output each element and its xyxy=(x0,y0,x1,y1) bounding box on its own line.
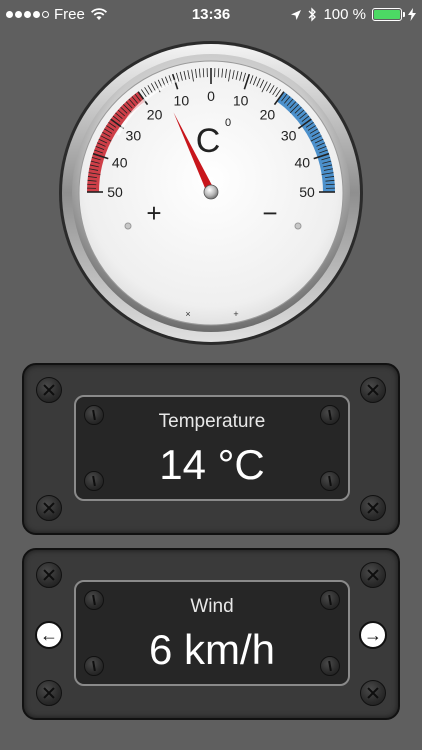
gauge-rivet xyxy=(124,222,132,230)
location-icon xyxy=(291,9,302,20)
gauge-tick xyxy=(87,183,97,186)
gauge-svg: 5040302010 0 1020304050 C 0 + − × + xyxy=(59,41,363,345)
bluetooth-icon xyxy=(308,7,317,22)
gauge-label: 10 xyxy=(233,93,249,109)
screw-icon xyxy=(36,377,62,403)
screw-icon xyxy=(36,680,62,706)
gauge-rivet-mark: × xyxy=(185,309,190,319)
gauge-label: 20 xyxy=(147,106,163,122)
screw-icon xyxy=(360,495,386,521)
next-button[interactable]: → xyxy=(359,621,387,649)
screw-icon xyxy=(360,377,386,403)
gauge-tick xyxy=(325,183,335,186)
gauge-unit-degree: 0 xyxy=(225,117,231,129)
status-right: 100 % xyxy=(290,6,416,23)
temperature-value: 14 °C xyxy=(159,441,265,488)
left-arrow-icon: ← xyxy=(40,624,58,645)
right-arrow-icon: → xyxy=(364,624,382,645)
gauge-label: 50 xyxy=(107,184,123,200)
gauge-rivet-mark: + xyxy=(233,309,238,319)
previous-button[interactable]: ← xyxy=(35,621,63,649)
gauge-tick xyxy=(202,68,205,78)
gauge-tick xyxy=(217,68,220,78)
temperature-screen: Temperature 14 °C xyxy=(74,395,350,501)
gauge-label: 50 xyxy=(299,184,315,200)
gauge-label: 0 xyxy=(207,88,215,104)
gauge-label: 30 xyxy=(281,128,297,144)
gauge-rivet xyxy=(294,222,302,230)
gauge-unit: C xyxy=(196,122,221,160)
wind-value: 6 km/h xyxy=(148,626,276,673)
status-bar: Free 13:36 100 % xyxy=(0,0,422,30)
battery-percent: 100 % xyxy=(323,6,366,23)
gauge-label: 20 xyxy=(260,106,276,122)
screw-icon xyxy=(36,562,62,588)
gauge-minus-sign: − xyxy=(262,198,277,228)
screw-icon xyxy=(360,680,386,706)
temperature-panel: Temperature 14 °C xyxy=(22,363,400,535)
wind-screen: Wind 6 km/h xyxy=(74,580,350,686)
gauge-label: 40 xyxy=(112,154,128,170)
screw-icon xyxy=(36,495,62,521)
temperature-title: Temperature xyxy=(158,411,266,432)
gauge-label: 10 xyxy=(174,93,190,109)
thermometer-gauge: 50 40 30 20 10 0 10 20 30 40 50 C 0 + − × + xyxy=(58,40,364,346)
gauge-plus-sign: + xyxy=(146,198,161,228)
wind-title: Wind xyxy=(190,596,234,617)
gauge-hub xyxy=(203,184,219,200)
screw-icon xyxy=(360,562,386,588)
charging-icon xyxy=(408,8,416,21)
wind-panel: ← → Wind 6 km/h xyxy=(22,548,400,720)
battery-icon xyxy=(372,8,405,21)
gauge-label: 40 xyxy=(295,154,311,170)
gauge-label: 30 xyxy=(126,128,142,144)
